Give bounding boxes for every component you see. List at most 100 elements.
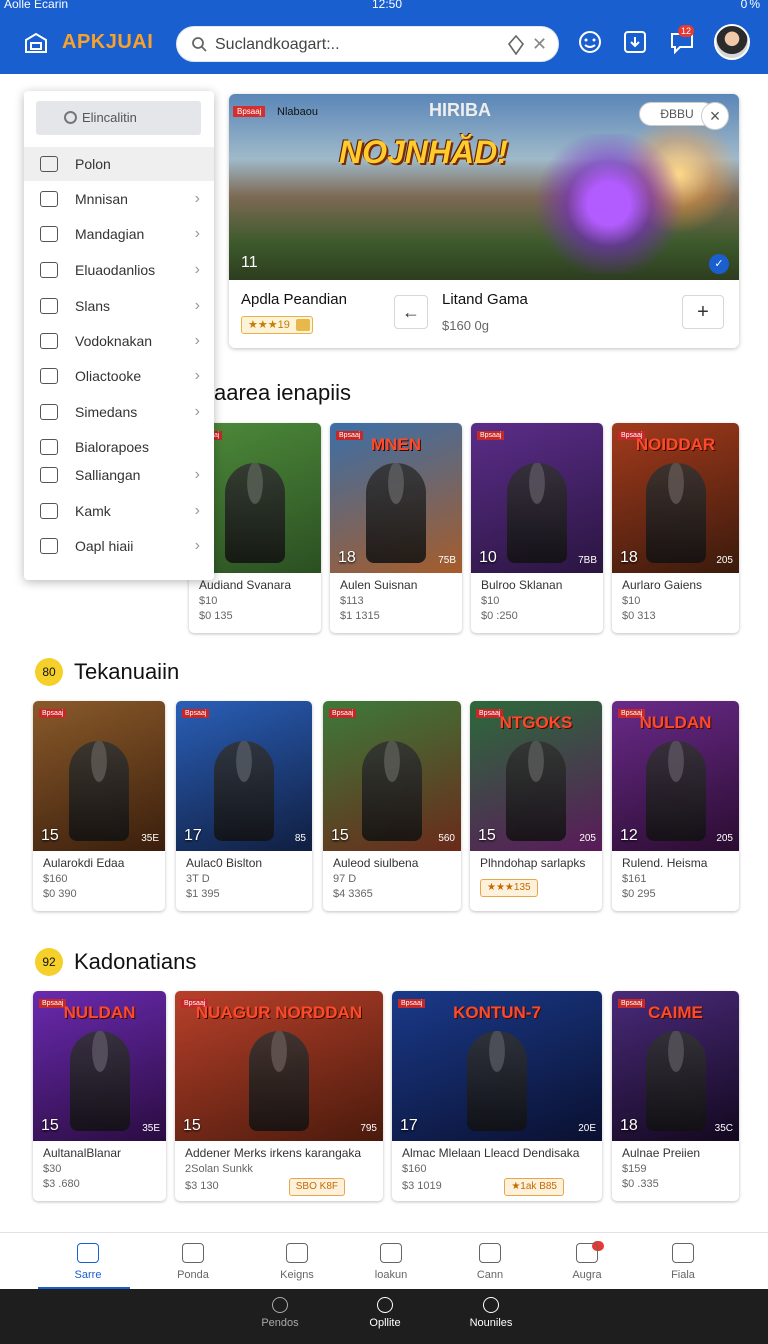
card-downloads: $0 :250 — [481, 610, 518, 622]
card-downloads: $3 130 — [185, 1180, 219, 1192]
game-cover[interactable]: Bpsaaj NULDAN 12 205 — [612, 701, 739, 851]
game-card[interactable]: Bpsaaj 15 560 Auleod siulbena 97 D $4 3365 — [323, 701, 461, 911]
game-card[interactable]: Bpsaaj 10 7BB Bulroo Sklanan $10 $0 :250 — [471, 423, 603, 633]
game-card[interactable]: Bpsaaj NULDAN 15 35E AultanalBlanar $30 $3 .68… — [33, 991, 166, 1201]
card-price: 97 D — [333, 873, 357, 885]
menu-search-field[interactable]: Elincalitin — [36, 101, 201, 135]
menu-item[interactable]: Slans › — [24, 289, 214, 323]
game-card[interactable]: Bpsaaj CAIME 18 35C Aulnae Preiien $159 $0 .33… — [612, 991, 739, 1201]
card-downloads: $0 313 — [622, 610, 656, 622]
card-meta: 20E — [578, 1123, 596, 1134]
game-card[interactable]: Bpsaaj KONTUN-7 17 20E Almac Mlelaan Lleacd … — [392, 991, 602, 1201]
card-title: Aulnae Preiien — [622, 1146, 701, 1160]
add-button[interactable]: + — [682, 295, 724, 329]
menu-item-label: Eluaodanlios — [75, 262, 156, 278]
chevron-right-icon: › — [194, 261, 200, 278]
game-card[interactable]: Bpsaaj NTGOKS 15 205 Plhndohap sarlapks ★★★13… — [470, 701, 602, 911]
card-downloads: $1 395 — [186, 888, 220, 900]
card-meta: 35E — [141, 833, 159, 844]
cover-title: MNEN — [370, 435, 422, 454]
card-count: 17 — [400, 1117, 418, 1134]
nav-item-augra[interactable]: Augra — [532, 1233, 642, 1290]
search-input[interactable] — [215, 34, 495, 56]
cover-title: CAIME — [648, 1003, 703, 1022]
game-card[interactable]: Bpsaaj 17 85 Aulac0 Bislton 3T D $1 395 — [176, 701, 312, 911]
card-tag: Bpsaaj — [477, 431, 505, 440]
card-meta: 795 — [360, 1123, 377, 1134]
hero-banner[interactable]: Bpsaaj Nlabaou HIRIBA NOJNHĂD! 11 ✓ ĐBBU… — [229, 94, 739, 348]
game-cover[interactable]: Bpsaaj NUAGUR NORDDAN 15 795 — [175, 991, 383, 1141]
hero-left-title[interactable]: Apdla Peandian — [241, 291, 347, 308]
menu-item-label: Mandagian — [75, 226, 145, 242]
search-bar[interactable]: ✕ — [176, 26, 559, 62]
arrow-left-icon[interactable]: ← — [394, 295, 428, 329]
game-card[interactable]: Bpsaaj MNEN 18 75B Aulen Suisnan $113 $1 1315 — [330, 423, 462, 633]
card-count: 10 — [479, 549, 497, 566]
game-cover[interactable]: Bpsaaj 17 85 — [176, 701, 312, 851]
menu-item[interactable]: Polon — [24, 147, 214, 181]
system-item[interactable]: Pendos — [230, 1297, 330, 1329]
card-price: $10 — [199, 595, 218, 607]
section-title: aarea ienapiis — [214, 380, 351, 405]
game-cover[interactable]: Bpsaaj KONTUN-7 17 20E — [392, 991, 602, 1141]
game-cover[interactable]: Bpsaaj 15 35E — [33, 701, 165, 851]
menu-item[interactable]: Eluaodanlios › — [24, 253, 214, 287]
card-price: $30 — [43, 1163, 62, 1175]
game-cover[interactable]: Bpsaaj NULDAN 15 35E — [33, 991, 166, 1141]
menu-item[interactable]: Kamk › — [24, 494, 214, 528]
section-title: Kadonatians — [74, 949, 197, 974]
character-art — [69, 1031, 130, 1131]
app-bar: APKJUAI ✕ 12 — [0, 12, 768, 74]
menu-item[interactable]: Mandagian › — [24, 217, 214, 251]
download-icon[interactable] — [621, 28, 649, 56]
nav-item-fiala[interactable]: Fiala — [628, 1233, 738, 1290]
heart-icon — [272, 1297, 288, 1313]
hero-mid-title[interactable]: Litand Gama — [442, 291, 528, 308]
nav-item-loakun[interactable]: loakun — [336, 1233, 446, 1290]
game-cover[interactable]: Bpsaaj NOIDDAR 18 205 — [612, 423, 739, 573]
card-price: $113 — [340, 595, 364, 607]
chevron-right-icon: › — [194, 537, 200, 554]
menu-item[interactable]: Vodoknakan › — [24, 324, 214, 358]
card-price: $160 — [402, 1163, 427, 1175]
character-art — [69, 741, 129, 841]
game-cover[interactable]: Bpsaaj 15 560 — [323, 701, 461, 851]
card-title: Almac Mlelaan Lleacd Dendisaka — [402, 1146, 580, 1160]
game-card[interactable]: Bpsaaj NUAGUR NORDDAN 15 795 Addener Merks i… — [175, 991, 383, 1201]
card-price: $10 — [481, 595, 500, 607]
system-item[interactable]: Nouniles — [441, 1297, 541, 1329]
menu-item[interactable]: Oapl hiaii › — [24, 529, 214, 563]
nav-item-cann[interactable]: Cann — [435, 1233, 545, 1290]
smiley-icon[interactable] — [576, 28, 604, 56]
gamepad-icon — [479, 1243, 501, 1263]
menu-item[interactable]: Mnnisan › — [24, 182, 214, 216]
menu-item-label: Mnnisan — [75, 191, 128, 207]
game-cover[interactable]: Bpsaaj MNEN 18 75B — [330, 423, 462, 573]
card-price: $159 — [622, 1163, 647, 1175]
menu-item[interactable]: Oliactooke › — [24, 359, 214, 393]
character-art — [214, 741, 274, 841]
game-card[interactable]: Bpsaaj 15 35E Aularokdi Edaa $160 $0 390 — [33, 701, 165, 911]
nav-label: Fiala — [671, 1269, 695, 1281]
close-icon[interactable]: × — [701, 102, 729, 130]
app-logo[interactable]: APKJUAI — [62, 31, 153, 54]
voice-icon[interactable] — [507, 35, 525, 55]
rating-chip: ★★★19 — [241, 316, 313, 334]
system-item[interactable]: Opllite — [335, 1297, 435, 1329]
game-card[interactable]: Bpsaaj NULDAN 12 205 Rulend. Heisma $161 $0 29… — [612, 701, 739, 911]
menu-item[interactable]: Salliangan › — [24, 458, 214, 492]
game-cover[interactable]: Bpsaaj 10 7BB — [471, 423, 603, 573]
game-cover[interactable]: Bpsaaj NTGOKS 15 205 — [470, 701, 602, 851]
card-tag: Bpsaaj — [329, 709, 357, 718]
grid-icon — [380, 1243, 402, 1263]
status-battery: 0% — [740, 0, 762, 11]
clear-icon[interactable]: ✕ — [532, 34, 547, 55]
avatar[interactable] — [714, 24, 750, 60]
status-left: Aolle Ecarin — [4, 0, 69, 11]
nav-item-ponda[interactable]: Ponda — [138, 1233, 248, 1290]
nav-item-sarre[interactable]: Sarre — [33, 1233, 143, 1290]
game-cover[interactable]: Bpsaaj CAIME 18 35C — [612, 991, 739, 1141]
game-card[interactable]: Bpsaaj NOIDDAR 18 205 Aurlaro Gaiens $10 $0 31… — [612, 423, 739, 633]
system-label: Nouniles — [469, 1317, 513, 1329]
menu-item[interactable]: Simedans › — [24, 395, 214, 429]
